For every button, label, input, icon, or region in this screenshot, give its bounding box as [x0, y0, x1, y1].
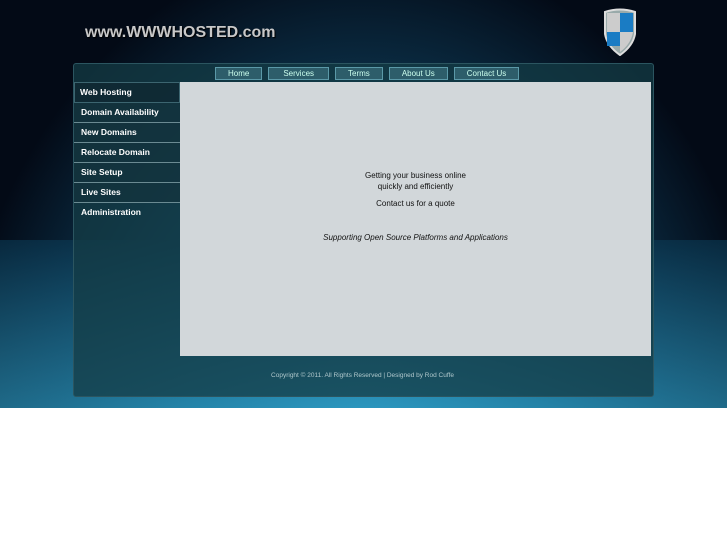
sidebar-item-new-domains[interactable]: New Domains — [74, 123, 180, 143]
sidebar-item-live-sites[interactable]: Live Sites — [74, 183, 180, 203]
sidebar-item-web-hosting[interactable]: Web Hosting — [74, 82, 180, 103]
nav-services[interactable]: Services — [268, 67, 330, 80]
contact-line: Contact us for a quote — [376, 199, 455, 208]
sidebar: Web Hosting Domain Availability New Doma… — [74, 82, 180, 222]
tagline: Supporting Open Source Platforms and App… — [323, 233, 508, 242]
sidebar-item-administration[interactable]: Administration — [74, 203, 180, 222]
shield-icon — [604, 8, 636, 56]
sidebar-item-site-setup[interactable]: Site Setup — [74, 163, 180, 183]
footer-copyright: Copyright © 2011. All Rights Reserved | … — [271, 372, 454, 379]
top-nav: Home Services Terms About Us Contact Us — [215, 67, 520, 80]
nav-about-us[interactable]: About Us — [388, 67, 448, 80]
main-content: Getting your business online quickly and… — [180, 82, 651, 356]
sidebar-item-relocate-domain[interactable]: Relocate Domain — [74, 143, 180, 163]
site-logo[interactable]: www.WWWHOSTED.com — [85, 24, 276, 42]
nav-terms[interactable]: Terms — [335, 67, 383, 80]
nav-contact-us[interactable]: Contact Us — [453, 67, 520, 80]
intro-line-1: Getting your business online — [365, 171, 466, 180]
intro-line-2: quickly and efficiently — [377, 182, 454, 191]
nav-home[interactable]: Home — [215, 67, 263, 80]
sidebar-item-domain-availability[interactable]: Domain Availability — [74, 103, 180, 123]
